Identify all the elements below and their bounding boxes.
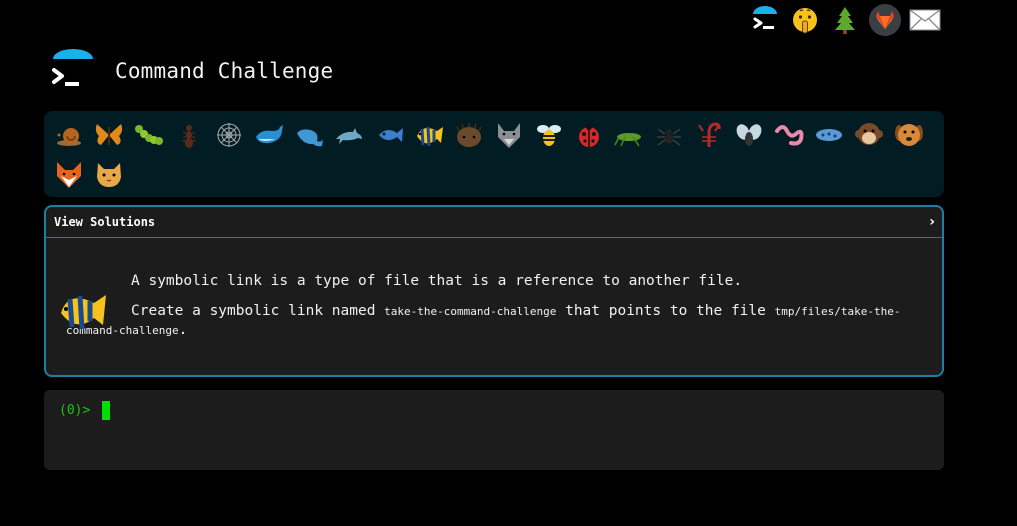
header: Command Challenge xyxy=(50,48,333,94)
challenge-spider-icon[interactable] xyxy=(649,115,689,155)
view-solutions-label: View Solutions xyxy=(54,215,156,229)
challenge-description: A symbolic link is a type of file that i… xyxy=(46,273,942,340)
terminal-prompt: (0)> xyxy=(59,403,91,418)
task-text-suffix: . xyxy=(178,322,188,338)
challenge-scorpion-icon[interactable] xyxy=(689,115,729,155)
terminal[interactable]: (0)> xyxy=(44,390,944,470)
challenge-strip xyxy=(44,111,944,197)
challenge-monkey-icon[interactable] xyxy=(849,115,889,155)
top-nav xyxy=(748,4,942,36)
evergreen-tree-icon[interactable] xyxy=(828,4,862,36)
envelope-icon[interactable] xyxy=(908,4,942,36)
challenge-wolf-icon[interactable] xyxy=(489,115,529,155)
gitlab-fox-icon[interactable] xyxy=(868,4,902,36)
challenge-tropical-fish-icon[interactable] xyxy=(409,115,449,155)
challenge-fox-icon[interactable] xyxy=(49,155,89,195)
shushing-face-icon[interactable] xyxy=(788,4,822,36)
challenge-panel: View Solutions › A symbolic link is a ty… xyxy=(44,205,944,377)
challenge-whale-icon[interactable] xyxy=(249,115,289,155)
challenge-butterfly-icon[interactable] xyxy=(89,115,129,155)
challenge-ant-icon[interactable] xyxy=(169,115,209,155)
challenge-bee-icon[interactable] xyxy=(529,115,569,155)
description-text: A symbolic link is a type of file that i… xyxy=(131,273,743,289)
link-name-code: take-the-command-challenge xyxy=(384,305,557,318)
challenge-cricket-icon[interactable] xyxy=(609,115,649,155)
challenge-hedgehog-icon[interactable] xyxy=(449,115,489,155)
terminal-logo-icon[interactable] xyxy=(748,4,782,36)
task-text-middle: that points to the file xyxy=(556,303,775,319)
view-solutions-toggle[interactable]: View Solutions › xyxy=(46,207,942,238)
challenge-dog-icon[interactable] xyxy=(889,115,929,155)
terminal-logo-icon[interactable] xyxy=(50,49,96,93)
challenge-snail-icon[interactable] xyxy=(49,115,89,155)
challenge-microbe-icon[interactable] xyxy=(809,115,849,155)
task-text: Create a symbolic link named take-the-co… xyxy=(66,302,914,340)
challenge-caterpillar-icon[interactable] xyxy=(129,115,169,155)
challenge-dolphin-icon[interactable] xyxy=(329,115,369,155)
challenge-whale-2-icon[interactable] xyxy=(289,115,329,155)
chevron-right-icon: › xyxy=(929,214,935,230)
challenge-worm-icon[interactable] xyxy=(769,115,809,155)
task-text-prefix: Create a symbolic link named xyxy=(131,303,385,319)
tropical-fish-icon xyxy=(61,295,106,330)
challenge-cat-icon[interactable] xyxy=(89,155,129,195)
page-title: Command Challenge xyxy=(115,59,334,83)
challenge-fly-icon[interactable] xyxy=(729,115,769,155)
challenge-ladybug-icon[interactable] xyxy=(569,115,609,155)
terminal-cursor xyxy=(101,401,110,420)
challenge-spider-web-icon[interactable] xyxy=(209,115,249,155)
page: Command Challenge View Solutions › A sym… xyxy=(0,0,1017,526)
challenge-fish-icon[interactable] xyxy=(369,115,409,155)
